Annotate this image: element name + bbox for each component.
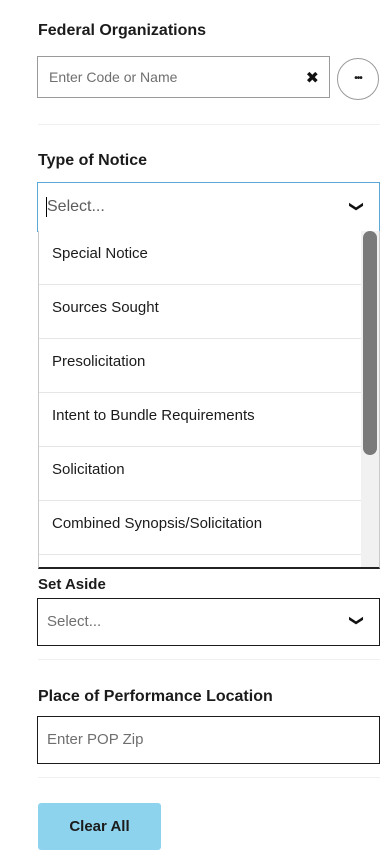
dropdown-option-sources-sought[interactable]: Sources Sought [39, 285, 361, 339]
set-aside-value: Select... [47, 613, 102, 630]
type-of-notice-dropdown[interactable]: Special Notice Sources Sought Presolicit… [38, 231, 380, 569]
clear-icon[interactable]: ✖ [306, 68, 319, 88]
divider [38, 777, 380, 778]
divider [38, 659, 380, 660]
dropdown-option-combined-synopsis[interactable]: Combined Synopsis/Solicitation [39, 501, 361, 555]
type-of-notice-select[interactable]: Select... ❯ [37, 182, 380, 232]
federal-organizations-title: Federal Organizations [38, 22, 207, 39]
pop-zip-placeholder: Enter POP Zip [47, 731, 144, 748]
type-of-notice-title: Type of Notice [38, 152, 148, 169]
ellipsis-icon: ••• [354, 73, 362, 84]
divider [38, 124, 380, 125]
federal-organizations-input[interactable]: Enter Code or Name ✖ [37, 56, 330, 98]
pop-zip-input[interactable]: Enter POP Zip [37, 716, 380, 764]
chevron-down-icon[interactable]: ❯ [349, 615, 366, 627]
dropdown-scrollbar-track[interactable] [361, 231, 379, 567]
dropdown-option-intent-to-bundle[interactable]: Intent to Bundle Requirements [39, 393, 361, 447]
more-options-button[interactable]: ••• [337, 58, 379, 100]
set-aside-select[interactable]: Select... ❯ [37, 598, 380, 646]
place-of-performance-title: Place of Performance Location [38, 688, 273, 705]
chevron-down-icon[interactable]: ❯ [349, 201, 366, 213]
type-of-notice-value: Select... [47, 198, 105, 215]
federal-organizations-placeholder: Enter Code or Name [49, 69, 178, 85]
clear-all-button[interactable]: Clear All [38, 803, 161, 850]
dropdown-option-special-notice[interactable]: Special Notice [39, 231, 361, 285]
dropdown-scrollbar-thumb[interactable] [363, 231, 377, 455]
set-aside-title: Set Aside [38, 576, 106, 593]
dropdown-option-solicitation[interactable]: Solicitation [39, 447, 361, 501]
dropdown-option-presolicitation[interactable]: Presolicitation [39, 339, 361, 393]
